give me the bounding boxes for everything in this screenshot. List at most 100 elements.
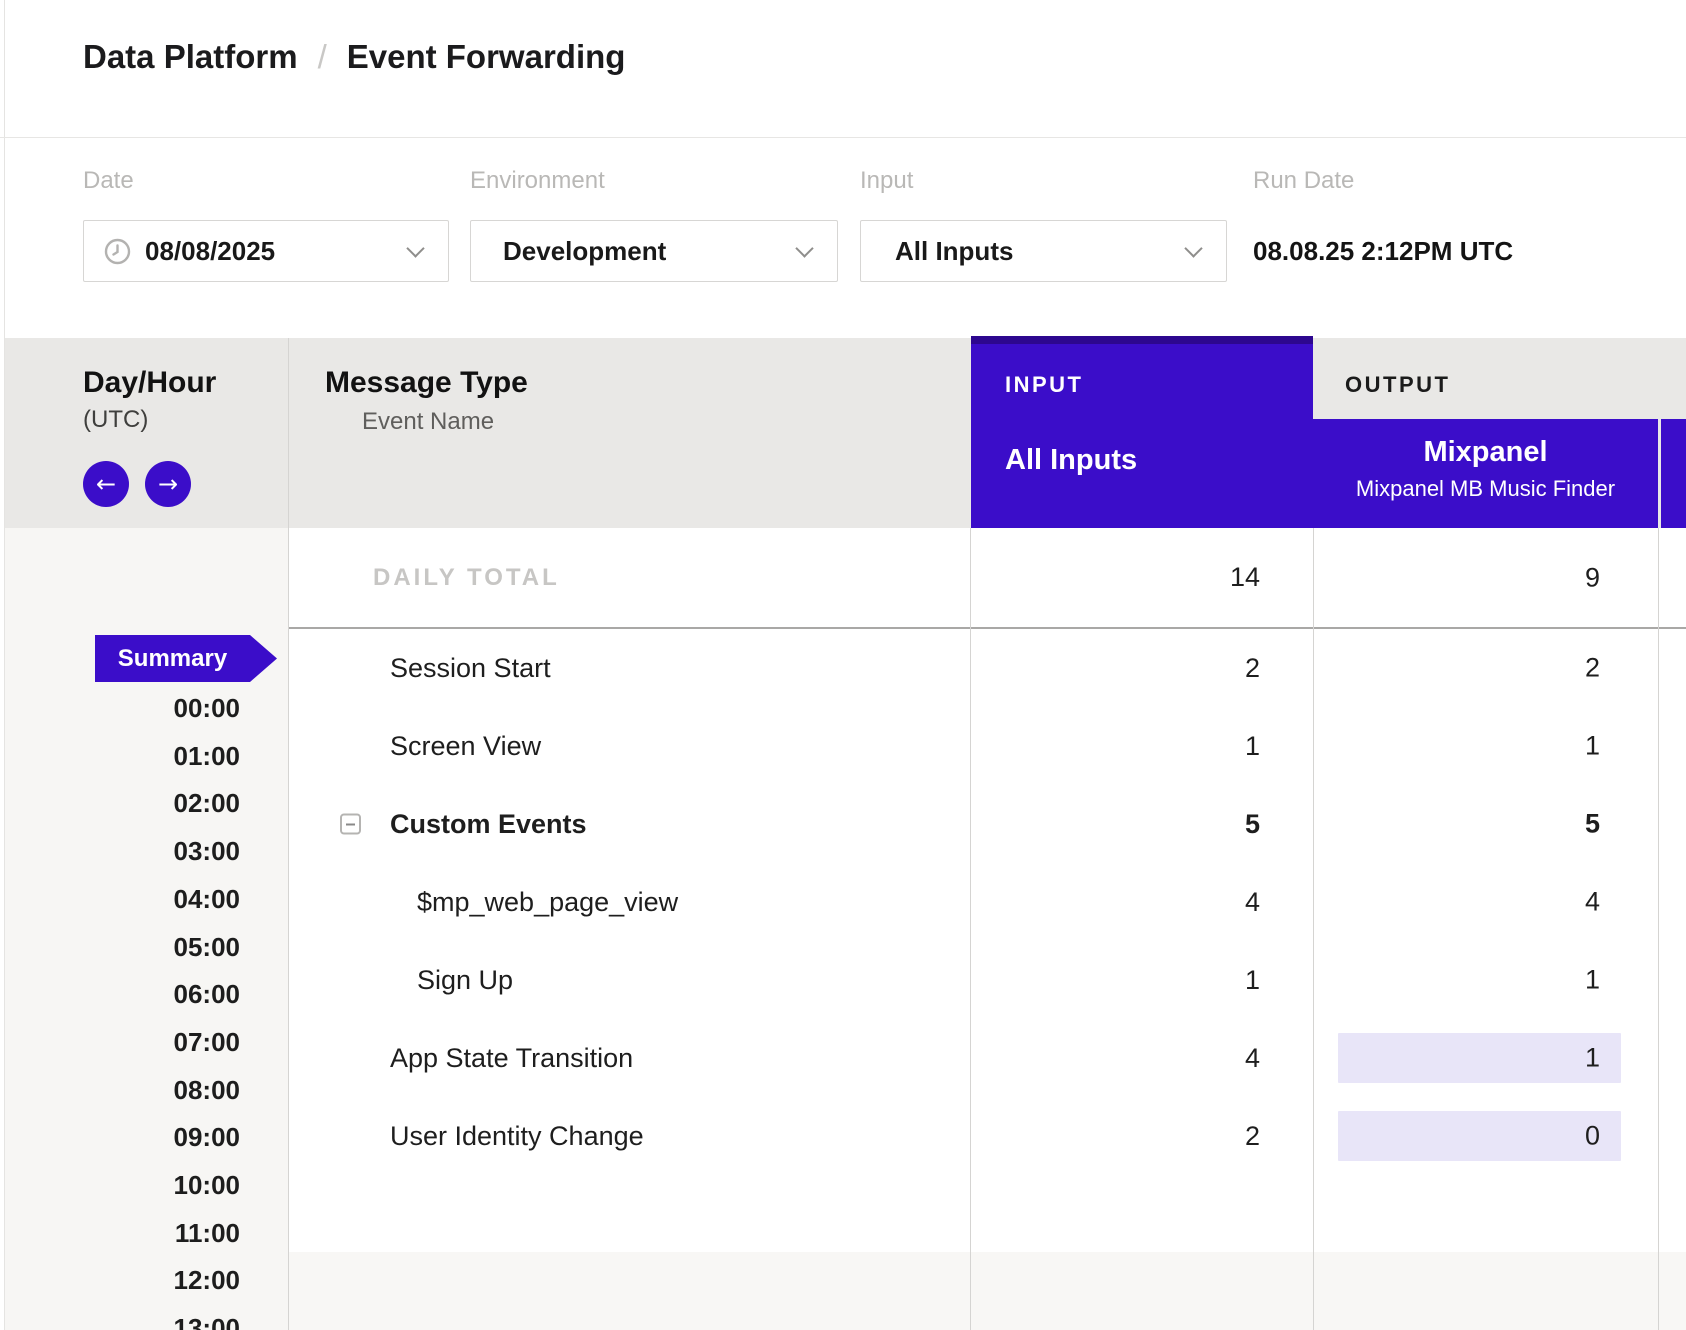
output-count-value: 1 xyxy=(1585,1043,1600,1074)
input-count-cell: 5 xyxy=(970,785,1313,863)
day-hour-header: Day/Hour xyxy=(83,366,216,400)
column-border xyxy=(970,528,971,1330)
output-count-cell: 4 xyxy=(1313,863,1658,941)
environment-value: Development xyxy=(503,236,666,267)
mixpanel-column-subtitle: Mixpanel MB Music Finder xyxy=(1313,476,1658,502)
event-name-label: Session Start xyxy=(390,653,551,684)
output-count-cell: 0 xyxy=(1313,1097,1658,1175)
date-dropdown[interactable]: 08/08/2025 xyxy=(83,220,449,282)
event-name-label: Sign Up xyxy=(417,965,513,996)
output-count-cell: 5 xyxy=(1313,785,1658,863)
table-row: $mp_web_page_view 4 4 xyxy=(288,863,1686,941)
event-name-subtitle: Event Name xyxy=(362,408,494,436)
date-filter-label: Date xyxy=(83,167,134,195)
output-count-cell: 1 xyxy=(1313,1019,1658,1097)
hour-row-selector[interactable]: 11:00 xyxy=(5,1219,240,1247)
output-count-value: 1 xyxy=(1585,731,1600,762)
page-title: Event Forwarding xyxy=(347,38,626,75)
output-count-value: 1 xyxy=(1585,965,1600,996)
empty-rows-band xyxy=(288,1252,1686,1330)
event-name-label: App State Transition xyxy=(390,1043,633,1074)
table-row: Sign Up 1 1 xyxy=(288,941,1686,1019)
input-column-title: All Inputs xyxy=(1005,444,1137,477)
chevron-down-icon xyxy=(795,239,813,257)
collapse-toggle-icon[interactable] xyxy=(340,814,361,835)
output-count-value: 4 xyxy=(1585,887,1600,918)
daily-total-output-value: 9 xyxy=(1585,562,1600,593)
column-border xyxy=(1313,528,1314,1330)
input-count-cell: 4 xyxy=(970,863,1313,941)
input-dropdown[interactable]: All Inputs xyxy=(860,220,1227,282)
environment-dropdown[interactable]: Development xyxy=(470,220,838,282)
chevron-down-icon xyxy=(1184,239,1202,257)
output-count-value: 2 xyxy=(1585,653,1600,684)
hour-row-selector[interactable]: 09:00 xyxy=(5,1123,240,1151)
event-name-label: Custom Events xyxy=(390,809,587,840)
daily-total-label: DAILY TOTAL xyxy=(373,564,560,592)
input-count-cell: 4 xyxy=(970,1019,1313,1097)
next-output-column-header-partial xyxy=(1661,419,1686,528)
hour-row-selector[interactable]: 01:00 xyxy=(5,742,240,770)
table-row: User Identity Change 2 0 xyxy=(288,1097,1686,1175)
dropped-count-highlight xyxy=(1338,1033,1621,1083)
table-row: App State Transition 4 1 xyxy=(288,1019,1686,1097)
input-section-label: INPUT xyxy=(1005,372,1084,398)
hour-row-selector[interactable]: 07:00 xyxy=(5,1028,240,1056)
output-count-value: 5 xyxy=(1585,809,1600,840)
input-count-cell: 2 xyxy=(970,1097,1313,1175)
input-value: All Inputs xyxy=(895,236,1013,267)
hour-row-selector[interactable]: 05:00 xyxy=(5,933,240,961)
input-column-header: INPUT All Inputs xyxy=(971,344,1313,528)
chevron-down-icon xyxy=(406,239,424,257)
event-name-label: Screen View xyxy=(390,731,541,762)
arrow-left-icon: ← xyxy=(96,472,116,496)
breadcrumb-separator: / xyxy=(298,38,347,75)
column-border xyxy=(1658,528,1659,1330)
hour-row-selector[interactable]: 06:00 xyxy=(5,980,240,1008)
previous-day-button[interactable]: ← xyxy=(83,461,129,507)
summary-label: Summary xyxy=(118,645,227,673)
input-count-cell: 1 xyxy=(970,707,1313,785)
output-count-value: 0 xyxy=(1585,1121,1600,1152)
input-count-cell: 1 xyxy=(970,941,1313,1019)
hour-row-selector[interactable]: 04:00 xyxy=(5,885,240,913)
hour-row-selector[interactable]: 10:00 xyxy=(5,1171,240,1199)
day-hour-subtitle: (UTC) xyxy=(83,406,148,434)
breadcrumb-section[interactable]: Data Platform xyxy=(83,38,298,75)
hour-row-selector[interactable]: 02:00 xyxy=(5,789,240,817)
output-count-cell: 1 xyxy=(1313,941,1658,1019)
run-date-value: 08.08.25 2:12PM UTC xyxy=(1253,220,1513,282)
hour-row-selector[interactable]: 03:00 xyxy=(5,837,240,865)
message-type-header: Message Type xyxy=(325,366,528,400)
date-value: 08/08/2025 xyxy=(145,236,275,267)
event-name-label: User Identity Change xyxy=(390,1121,644,1152)
environment-filter-label: Environment xyxy=(470,167,605,195)
input-count-cell: 2 xyxy=(970,629,1313,707)
output-section-label: OUTPUT xyxy=(1345,372,1450,398)
event-forwarding-page: Data Platform/Event Forwarding Date Envi… xyxy=(0,0,1686,1330)
summary-row-selector[interactable]: Summary xyxy=(95,635,277,682)
daily-total-row: DAILY TOTAL 14 9 xyxy=(288,528,1686,627)
hour-row-selector[interactable]: 13:00 xyxy=(5,1314,240,1330)
table-row: Session Start 2 2 xyxy=(288,629,1686,707)
input-filter-label: Input xyxy=(860,167,913,195)
hour-row-selector[interactable]: 00:00 xyxy=(5,694,240,722)
arrow-right-icon: → xyxy=(158,472,178,496)
hour-row-selector[interactable]: 12:00 xyxy=(5,1266,240,1294)
output-count-cell: 2 xyxy=(1313,629,1658,707)
mixpanel-column-header: Mixpanel Mixpanel MB Music Finder xyxy=(1313,419,1658,528)
event-name-label: $mp_web_page_view xyxy=(417,887,678,918)
daily-total-input-value: 14 xyxy=(970,528,1313,627)
breadcrumb: Data Platform/Event Forwarding xyxy=(83,38,625,76)
column-border xyxy=(288,338,289,1330)
hour-row-selector[interactable]: 08:00 xyxy=(5,1076,240,1104)
dropped-count-highlight xyxy=(1338,1111,1621,1161)
table-row: Custom Events 5 5 xyxy=(288,785,1686,863)
clock-icon xyxy=(104,238,131,265)
mixpanel-column-name: Mixpanel xyxy=(1313,436,1658,469)
table-row: Screen View 1 1 xyxy=(288,707,1686,785)
hours-rail: Summary 00:00 01:00 02:00 03:00 04:00 05:00 06… xyxy=(5,528,288,1330)
header-divider xyxy=(0,137,1686,138)
output-count-cell: 1 xyxy=(1313,707,1658,785)
next-day-button[interactable]: → xyxy=(145,461,191,507)
